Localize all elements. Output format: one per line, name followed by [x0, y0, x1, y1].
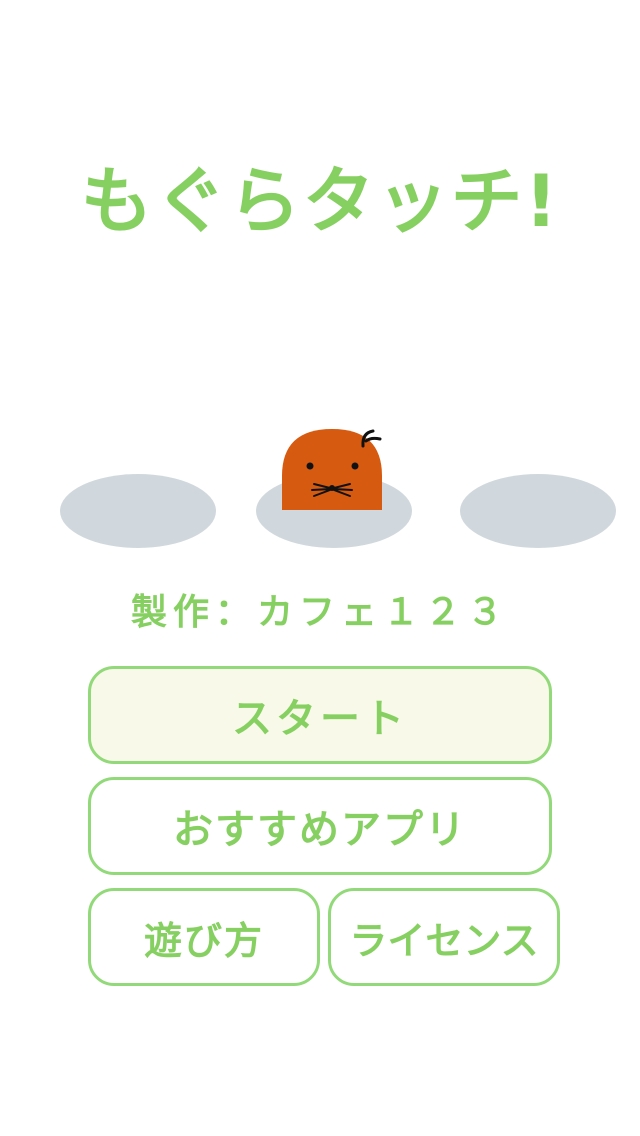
mole-hole-right [460, 474, 616, 548]
mole-holes-scene [60, 429, 616, 548]
credit-text: 製作：カフェ１２３ [130, 592, 509, 633]
start-button[interactable]: スタート [88, 666, 552, 764]
how-to-play-button[interactable]: 遊び方 [88, 888, 320, 986]
license-button[interactable]: ライセンス [328, 888, 560, 986]
game-title: もぐらタッチ! [80, 159, 560, 243]
license-button-label: ライセンス [349, 918, 539, 963]
how-to-play-button-label: 遊び方 [143, 918, 264, 963]
recommended-apps-button-label: おすすめアプリ [173, 807, 467, 853]
start-button-label: スタート [232, 696, 408, 742]
recommended-apps-button[interactable]: おすすめアプリ [88, 777, 552, 875]
mole-icon [282, 429, 382, 510]
mole-hole-left [60, 474, 216, 548]
